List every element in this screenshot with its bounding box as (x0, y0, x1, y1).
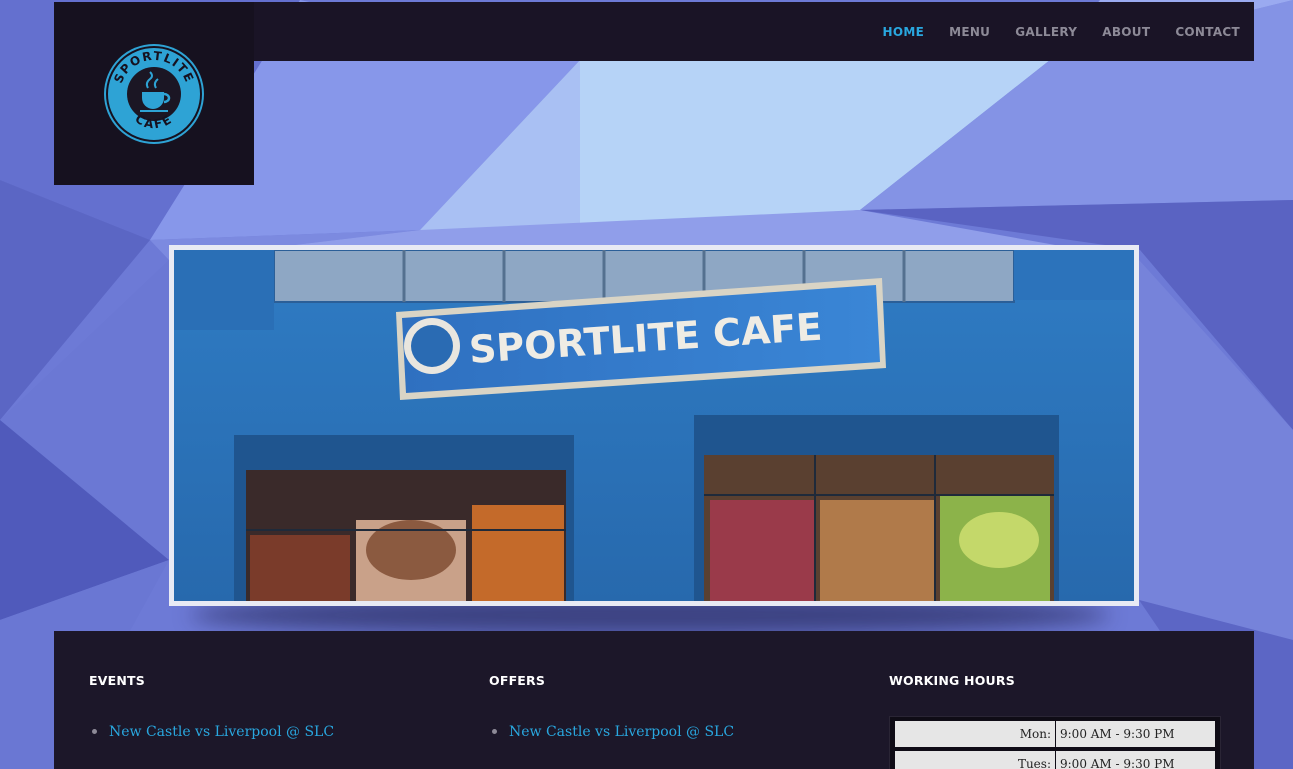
main-nav: HOME MENU GALLERY ABOUT CONTACT (882, 2, 1240, 61)
hero-image: SPORTLITE CAFE (169, 245, 1139, 606)
offers-list: New Castle vs Liverpool @ SLC (489, 721, 734, 740)
hours-day: Tues: (895, 751, 1056, 769)
nav-gallery[interactable]: GALLERY (1015, 25, 1077, 39)
working-hours-table: Mon: 9:00 AM - 9:30 PM Tues: 9:00 AM - 9… (889, 716, 1221, 769)
storefront-photo: SPORTLITE CAFE (174, 250, 1134, 601)
nav-contact[interactable]: CONTACT (1175, 25, 1240, 39)
table-row: Mon: 9:00 AM - 9:30 PM (895, 721, 1215, 747)
site-footer: EVENTS New Castle vs Liverpool @ SLC OFF… (54, 631, 1254, 769)
working-hours-section: WORKING HOURS (889, 673, 1015, 688)
hours-day: Mon: (895, 721, 1056, 747)
event-link[interactable]: New Castle vs Liverpool @ SLC (109, 724, 334, 740)
offer-link[interactable]: New Castle vs Liverpool @ SLC (509, 724, 734, 740)
nav-menu[interactable]: MENU (949, 25, 990, 39)
working-hours-title: WORKING HOURS (889, 673, 1015, 688)
list-item: New Castle vs Liverpool @ SLC (489, 721, 734, 740)
table-row: Tues: 9:00 AM - 9:30 PM (895, 751, 1215, 769)
hours-time: 9:00 AM - 9:30 PM (1056, 721, 1215, 747)
nav-about[interactable]: ABOUT (1102, 25, 1150, 39)
sportlite-cafe-logo-icon: SPORTLITE CAFE (104, 44, 204, 144)
list-item: New Castle vs Liverpool @ SLC (89, 721, 334, 740)
nav-home[interactable]: HOME (882, 25, 924, 39)
offers-title: OFFERS (489, 673, 546, 688)
events-section: EVENTS New Castle vs Liverpool @ SLC (89, 673, 334, 740)
offers-section: OFFERS New Castle vs Liverpool @ SLC (489, 673, 734, 740)
events-list: New Castle vs Liverpool @ SLC (89, 721, 334, 740)
logo[interactable]: SPORTLITE CAFE (54, 2, 254, 185)
events-title: EVENTS (89, 673, 145, 688)
hours-time: 9:00 AM - 9:30 PM (1056, 751, 1215, 769)
